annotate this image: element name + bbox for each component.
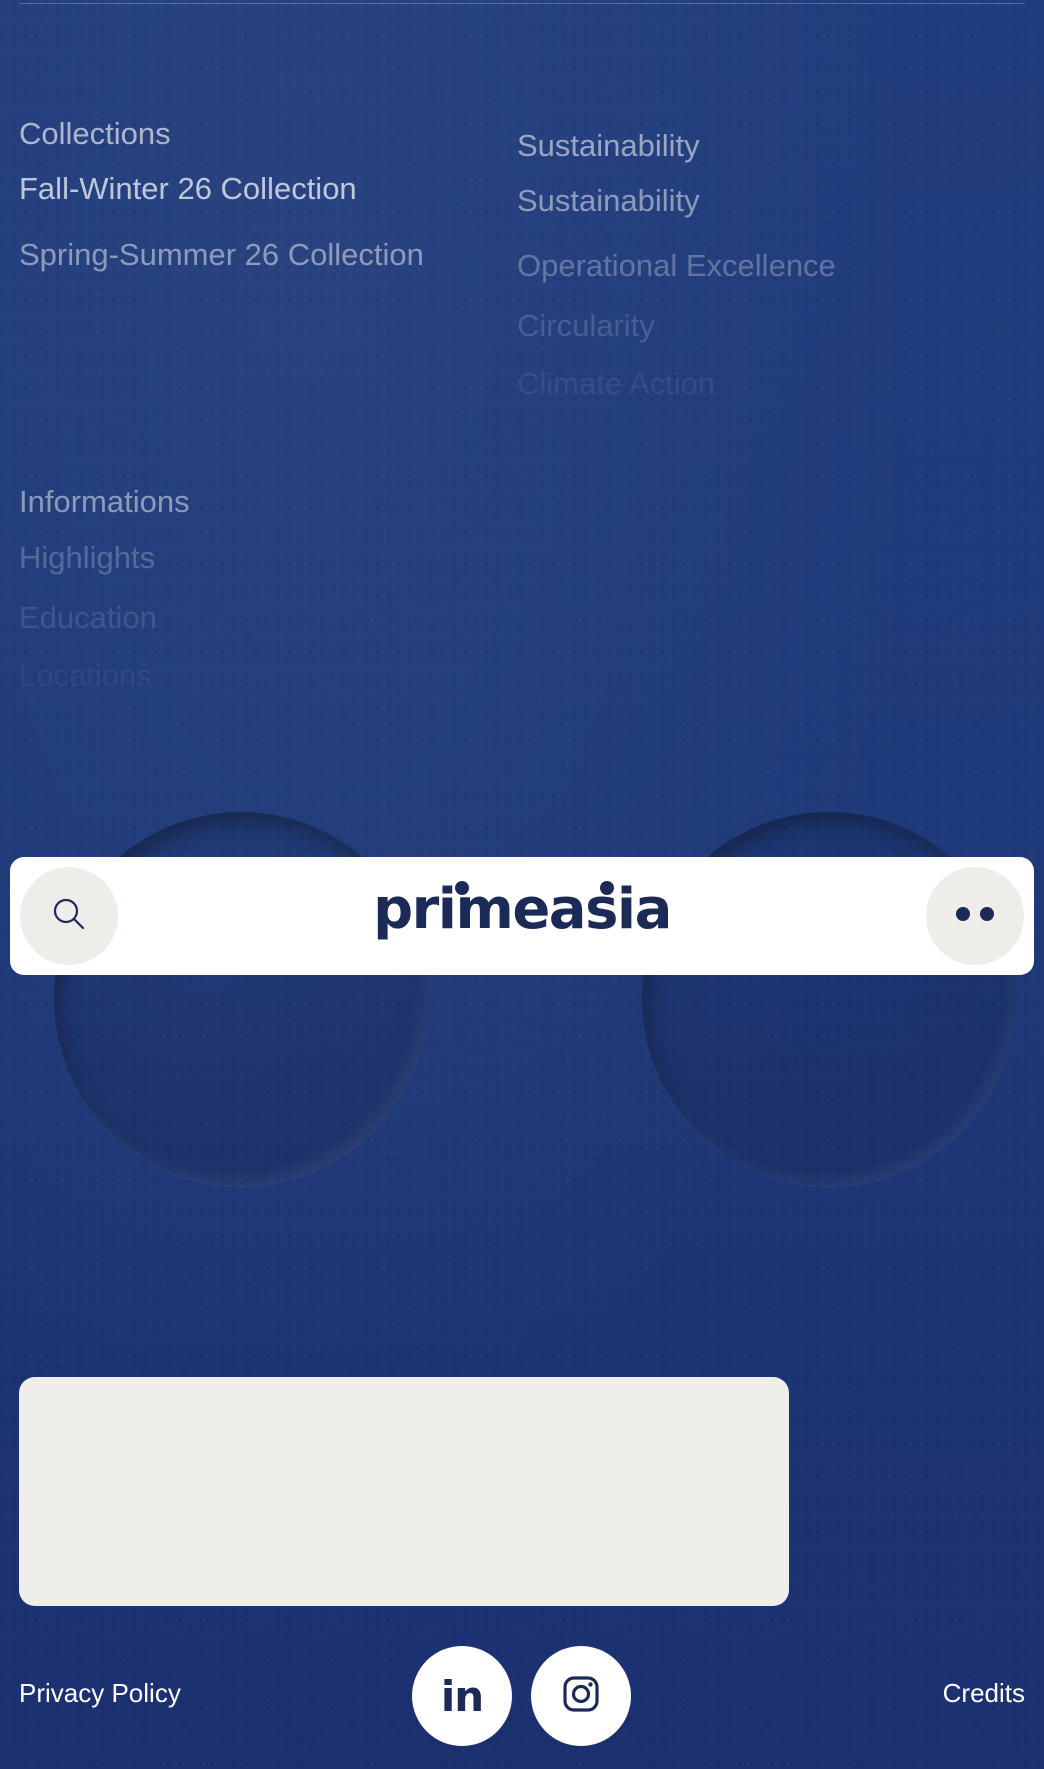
menu-button[interactable] [926, 867, 1024, 965]
link-highlights[interactable]: Highlights [19, 540, 155, 576]
link-fall-winter-26[interactable]: Fall-Winter 26 Collection [19, 171, 357, 207]
logo-dot-right [600, 881, 614, 895]
logo-wordmark: primeasia [373, 877, 672, 942]
credits-link[interactable]: Credits [943, 1678, 1025, 1709]
logo-dot-left [455, 881, 469, 895]
privacy-policy-link[interactable]: Privacy Policy [19, 1678, 181, 1709]
link-locations[interactable]: Locations [19, 658, 152, 694]
linkedin-icon: in [440, 1671, 484, 1721]
informations-heading: Informations [19, 484, 190, 519]
divider [19, 3, 1025, 4]
instagram-button[interactable] [531, 1646, 631, 1746]
collections-heading: Collections [19, 116, 171, 151]
sustainability-heading: Sustainability [517, 128, 700, 163]
linkedin-button[interactable]: in [412, 1646, 512, 1746]
link-spring-summer-26[interactable]: Spring-Summer 26 Collection [19, 237, 424, 273]
newsletter-card [19, 1377, 789, 1606]
navigation-bar: primeasia [10, 857, 1034, 975]
instagram-icon [561, 1674, 601, 1719]
link-operational-excellence[interactable]: Operational Excellence [517, 248, 836, 284]
link-sustainability[interactable]: Sustainability [517, 183, 700, 219]
link-circularity[interactable]: Circularity [517, 308, 655, 344]
menu-dots-icon [953, 905, 997, 928]
link-education[interactable]: Education [19, 600, 157, 636]
link-climate-action[interactable]: Climate Action [517, 366, 715, 402]
